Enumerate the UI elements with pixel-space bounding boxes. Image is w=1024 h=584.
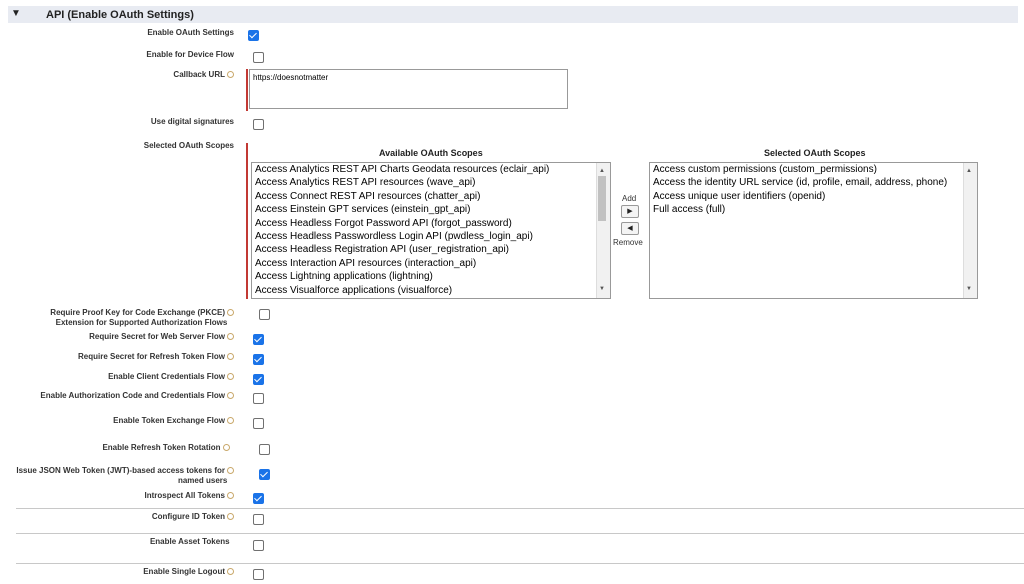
callback-url-label: Callback URL: [173, 70, 234, 80]
info-icon[interactable]: [227, 568, 234, 576]
pkce-label: Require Proof Key for Code Exchange (PKC…: [50, 308, 234, 328]
add-button[interactable]: ▶: [621, 205, 639, 218]
jwt-label: Issue JSON Web Token (JWT)-based access …: [16, 466, 234, 486]
info-icon[interactable]: [227, 392, 234, 400]
info-icon[interactable]: [227, 513, 234, 521]
divider: [16, 533, 1024, 534]
list-item[interactable]: Access Analytics REST API resources (wav…: [252, 176, 610, 189]
list-item[interactable]: Access Headless Passwordless Login API (…: [252, 230, 610, 243]
auth-code-creds-checkbox[interactable]: [253, 393, 264, 404]
scroll-up-icon[interactable]: ▲: [964, 165, 974, 178]
info-icon[interactable]: [227, 417, 234, 425]
single-logout-checkbox[interactable]: [253, 569, 264, 580]
scrollbar[interactable]: ▲ ▼: [963, 163, 977, 298]
client-creds-checkbox[interactable]: [253, 374, 264, 385]
selected-scopes-list[interactable]: Access custom permissions (custom_permis…: [649, 162, 978, 299]
list-item[interactable]: Access Headless Registration API (user_r…: [252, 243, 610, 256]
list-item[interactable]: Access Visualforce applications (visualf…: [252, 284, 610, 297]
required-indicator: [246, 69, 248, 111]
info-icon[interactable]: [227, 309, 234, 317]
divider: [16, 563, 1024, 564]
asset-tokens-label: Enable Asset Tokens: [149, 537, 230, 546]
secret-refresh-checkbox[interactable]: [253, 354, 264, 365]
secret-refresh-label: Require Secret for Refresh Token Flow: [78, 352, 234, 362]
device-flow-label: Enable for Device Flow: [146, 50, 234, 59]
required-indicator: [246, 143, 248, 299]
arrow-left-icon: ◀: [627, 225, 633, 232]
introspect-checkbox[interactable]: [253, 493, 264, 504]
pkce-checkbox[interactable]: [259, 309, 270, 320]
remove-button[interactable]: ◀: [621, 222, 639, 235]
asset-tokens-checkbox[interactable]: [253, 540, 264, 551]
info-icon[interactable]: [227, 71, 234, 79]
add-label: Add: [622, 194, 637, 203]
info-icon[interactable]: [227, 373, 234, 381]
list-item[interactable]: Access Interaction API resources (intera…: [252, 257, 610, 270]
available-scopes-list[interactable]: Access Analytics REST API Charts Geodata…: [251, 162, 611, 299]
token-exchange-label: Enable Token Exchange Flow: [113, 416, 234, 426]
single-logout-label: Enable Single Logout: [143, 567, 234, 577]
available-scopes-title: Available OAuth Scopes: [379, 148, 483, 158]
id-token-checkbox[interactable]: [253, 514, 264, 525]
list-item[interactable]: Full access (full): [650, 203, 977, 216]
list-item[interactable]: Access the identity URL service (id, pro…: [650, 176, 977, 189]
info-icon[interactable]: [227, 353, 234, 361]
list-item[interactable]: Access unique user identifiers (openid): [650, 190, 977, 203]
list-item[interactable]: Access custom permissions (custom_permis…: [650, 163, 977, 176]
digital-sig-label: Use digital signatures: [150, 117, 234, 126]
selected-scopes-title: Selected OAuth Scopes: [764, 148, 866, 158]
info-icon[interactable]: [227, 333, 234, 341]
arrow-right-icon: ▶: [627, 208, 633, 215]
auth-code-creds-label: Enable Authorization Code and Credential…: [40, 391, 234, 401]
scroll-thumb[interactable]: [598, 176, 606, 221]
refresh-rotation-label: Enable Refresh Token Rotation: [102, 443, 234, 453]
device-flow-checkbox[interactable]: [253, 52, 264, 63]
info-icon[interactable]: [222, 444, 230, 452]
list-item[interactable]: Access Connect REST API resources (chatt…: [252, 190, 610, 203]
list-item[interactable]: Access Einstein GPT services (einstein_g…: [252, 203, 610, 216]
secret-web-label: Require Secret for Web Server Flow: [89, 332, 234, 342]
divider: [16, 508, 1024, 509]
enable-oauth-label: Enable OAuth Settings: [147, 28, 234, 37]
callback-url-textarea[interactable]: https://doesnotmatter: [249, 69, 568, 109]
token-exchange-checkbox[interactable]: [253, 418, 264, 429]
list-item[interactable]: Access Analytics REST API Charts Geodata…: [252, 163, 610, 176]
list-item[interactable]: Access Headless Forgot Password API (for…: [252, 217, 610, 230]
info-icon[interactable]: [227, 492, 234, 500]
client-creds-label: Enable Client Credentials Flow: [108, 372, 234, 382]
enable-oauth-checkbox[interactable]: [248, 30, 259, 41]
secret-web-checkbox[interactable]: [253, 334, 264, 345]
refresh-rotation-checkbox[interactable]: [259, 444, 270, 455]
introspect-label: Introspect All Tokens: [145, 491, 234, 501]
remove-label: Remove: [613, 238, 643, 247]
scrollbar[interactable]: ▲ ▼: [596, 163, 610, 298]
digital-sig-checkbox[interactable]: [253, 119, 264, 130]
id-token-label: Configure ID Token: [152, 512, 234, 522]
jwt-checkbox[interactable]: [259, 469, 270, 480]
scroll-down-icon[interactable]: ▼: [597, 283, 607, 296]
collapse-triangle-icon[interactable]: ▼: [11, 8, 21, 19]
list-item[interactable]: Access Lightning applications (lightning…: [252, 270, 610, 283]
info-icon[interactable]: [227, 467, 234, 475]
scopes-label: Selected OAuth Scopes: [143, 141, 234, 150]
section-title: API (Enable OAuth Settings): [46, 9, 194, 21]
section-header[interactable]: ▼ API (Enable OAuth Settings): [8, 6, 1018, 23]
scroll-down-icon[interactable]: ▼: [964, 283, 974, 296]
